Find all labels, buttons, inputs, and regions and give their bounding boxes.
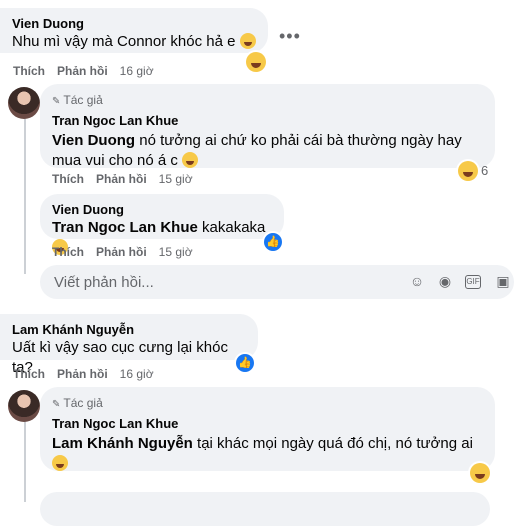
more-dots-icon[interactable]: •••	[279, 26, 301, 47]
camera-icon[interactable]: ◉	[437, 273, 453, 289]
pen-icon: ✎	[52, 399, 61, 410]
avatar[interactable]	[8, 390, 40, 422]
like-reaction-icon[interactable]: 👍	[264, 233, 282, 251]
comment-bubble: ✎ Tác giả Tran Ngoc Lan Khue Vien Duong n…	[40, 84, 495, 171]
comment-bubble: Vien Duong Nhu mì vậy mà Connor khóc hả …	[0, 8, 268, 53]
comment-text-body: Nhu mì vậy mà Connor khóc hả e	[12, 33, 236, 50]
author-badge: ✎ Tác giả	[52, 395, 483, 413]
like-button[interactable]: Thích	[52, 172, 84, 186]
timestamp[interactable]: 15 giờ	[159, 245, 193, 259]
smile-emoji-icon	[182, 152, 199, 168]
reply-button[interactable]: Phản hồi	[57, 64, 108, 78]
timestamp[interactable]: 15 giờ	[159, 172, 193, 186]
like-button[interactable]: Thích	[13, 64, 45, 78]
haha-reaction-icon[interactable]	[246, 52, 266, 72]
reply-input[interactable]: Viết phản hồi... ☺ ◉ GIF ▣	[40, 265, 514, 299]
thread-line	[24, 420, 26, 502]
laughing-emoji-icon	[239, 33, 256, 49]
smile-emoji-icon	[52, 455, 68, 471]
mention-link[interactable]: Tran Ngoc Lan Khue	[52, 219, 198, 236]
comment-actions: Thích Phản hồi 15 giờ	[52, 244, 193, 260]
mention-link[interactable]: Lam Khánh Nguyễn	[52, 435, 193, 452]
author-badge-label: Tác giả	[63, 93, 103, 107]
reply-button[interactable]: Phản hồi	[96, 245, 147, 259]
like-button[interactable]: Thích	[13, 367, 45, 381]
comment-text: Nhu mì vậy mà Connor khóc hả e	[12, 32, 256, 52]
pen-icon: ✎	[52, 96, 61, 107]
reply-placeholder: Viết phản hồi...	[54, 274, 154, 291]
haha-reaction-icon[interactable]	[470, 463, 490, 483]
gif-icon[interactable]: GIF	[465, 275, 481, 289]
comment-actions: Thích Phản hồi 15 giờ	[52, 171, 193, 187]
comment-author[interactable]: Vien Duong	[12, 16, 256, 32]
avatar[interactable]	[8, 87, 40, 119]
sticker-icon[interactable]: ▣	[495, 273, 511, 289]
comment-bubble: Vien Duong Tran Ngoc Lan Khue kakakaka	[40, 194, 284, 255]
comment-author[interactable]: Tran Ngoc Lan Khue	[52, 113, 483, 129]
reply-button[interactable]: Phản hồi	[96, 172, 147, 186]
comment-actions: Thích Phản hồi 16 giờ	[13, 63, 154, 79]
haha-reaction-icon[interactable]	[458, 161, 478, 181]
comment-text: Vien Duong nó tưởng ai chứ ko phải cái b…	[52, 131, 483, 171]
reaction-count[interactable]: 6	[481, 163, 488, 178]
comment-author[interactable]: Lam Khánh Nguyễn	[12, 322, 246, 338]
timestamp[interactable]: 16 giờ	[120, 367, 154, 381]
comment-text: Lam Khánh Nguyễn tại khác mọi ngày quá đ…	[52, 434, 483, 474]
comment-author[interactable]: Vien Duong	[52, 202, 272, 218]
timestamp[interactable]: 16 giờ	[120, 64, 154, 78]
comment-author[interactable]: Tran Ngoc Lan Khue	[52, 416, 483, 432]
comment-text-body: kakakaka	[197, 219, 266, 236]
author-badge: ✎ Tác giả	[52, 92, 483, 110]
reply-button[interactable]: Phản hồi	[57, 367, 108, 381]
thread-line	[24, 114, 26, 274]
comment-bubble: ✎ Tác giả Tran Ngoc Lan Khue Lam Khánh Ng…	[40, 387, 495, 471]
author-badge-label: Tác giả	[63, 396, 103, 410]
reply-input[interactable]	[40, 492, 490, 526]
like-button[interactable]: Thích	[52, 245, 84, 259]
comment-bubble: Lam Khánh Nguyễn Uất kì vậy sao cục cưng…	[0, 314, 258, 376]
emoji-icon[interactable]: ☺	[409, 273, 425, 289]
comment-actions: Thích Phản hồi 16 giờ	[13, 366, 154, 382]
mention-link[interactable]: Vien Duong	[52, 132, 135, 149]
comment-text-body: tại khác mọi ngày quá đó chị, nó tưởng a…	[192, 435, 473, 452]
like-reaction-icon[interactable]: 👍	[236, 354, 254, 372]
